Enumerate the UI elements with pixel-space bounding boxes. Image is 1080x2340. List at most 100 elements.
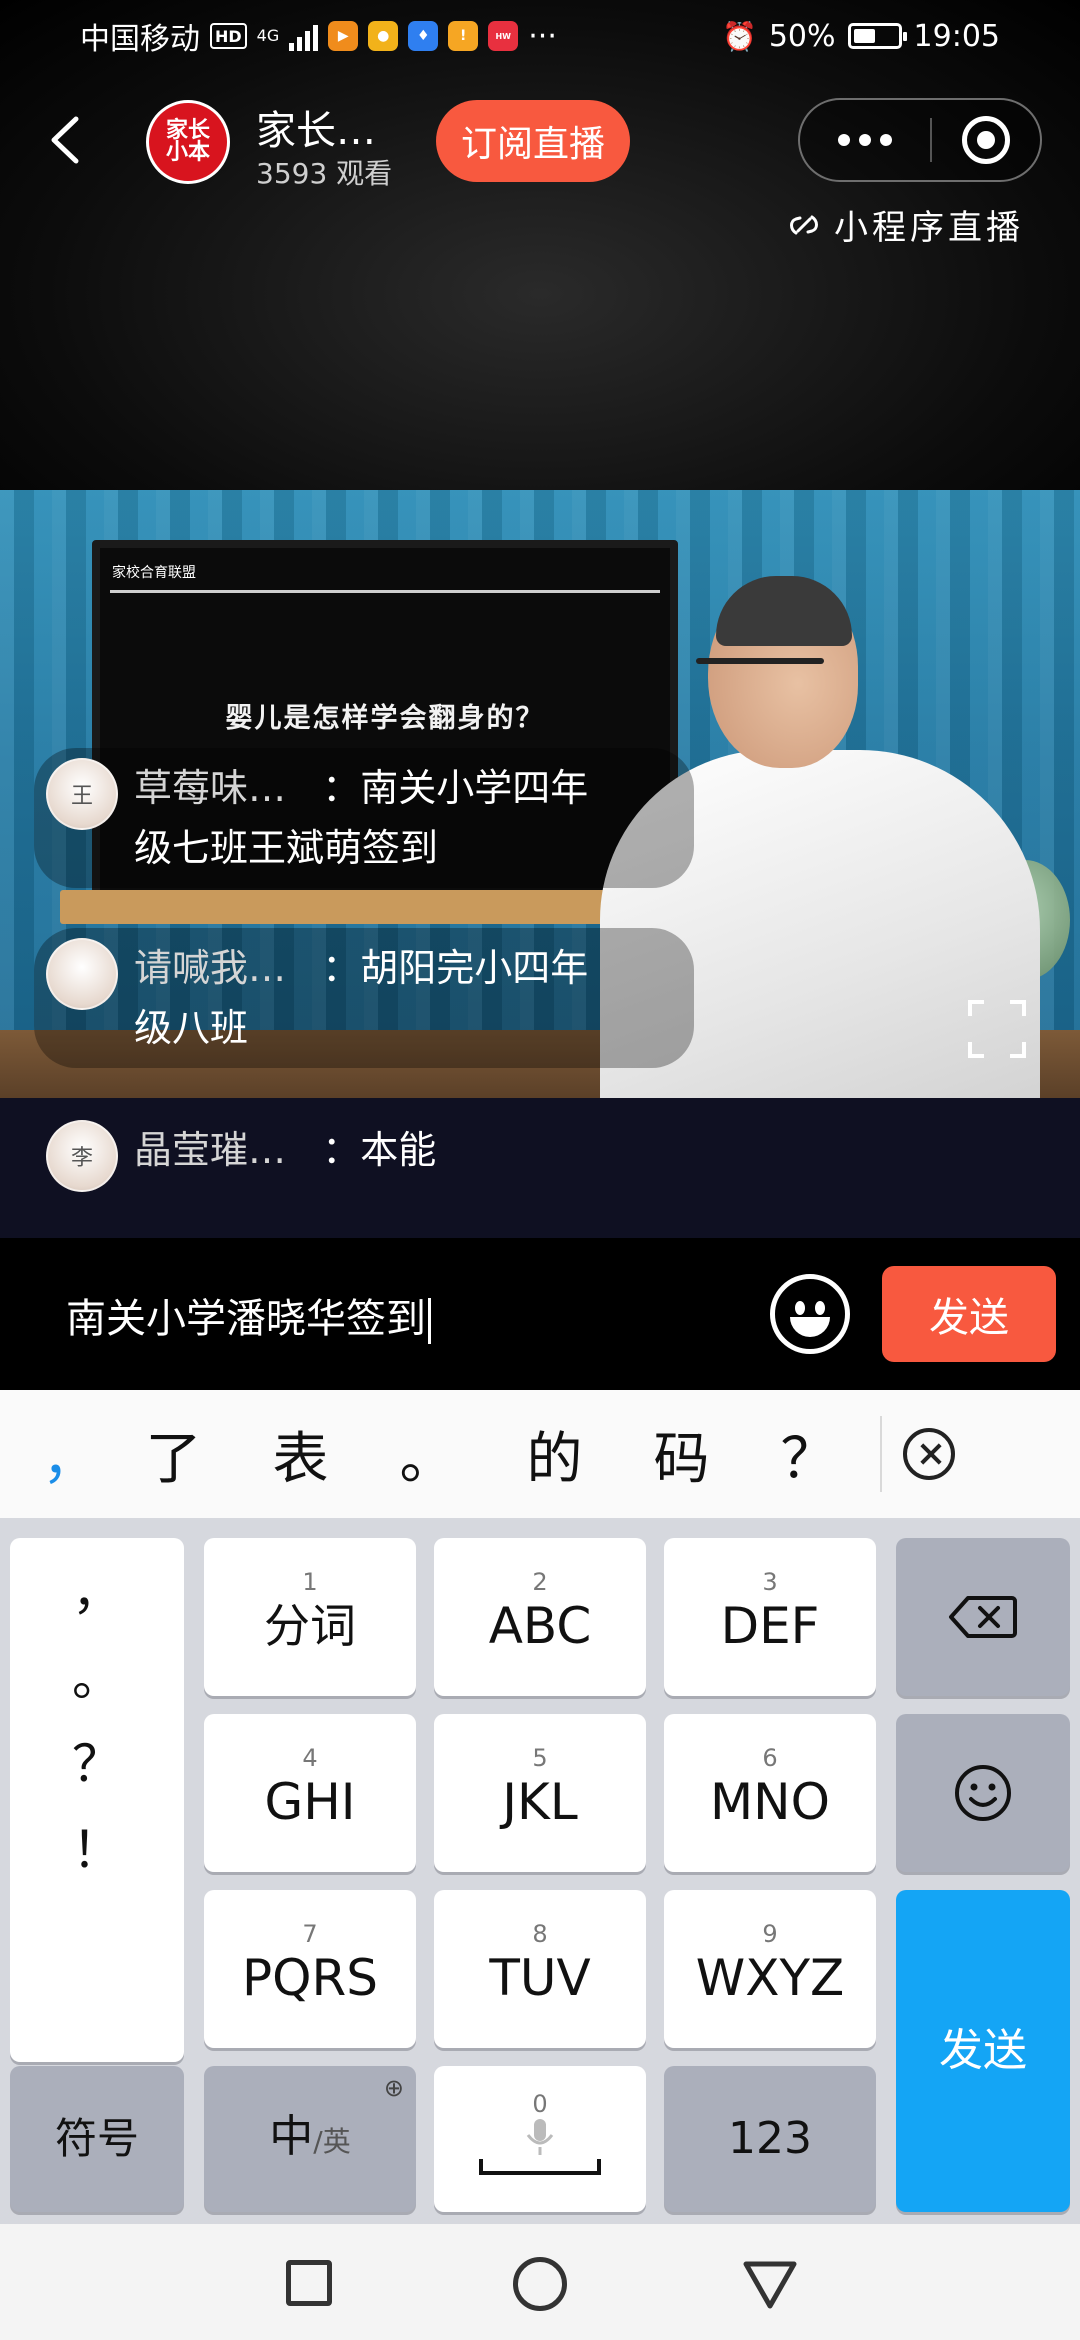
send-comment-button[interactable]: 发送 <box>882 1266 1056 1362</box>
close-circle-icon <box>903 1428 955 1480</box>
emoji-icon[interactable] <box>770 1274 850 1354</box>
key-number: 8 <box>532 1920 548 1948</box>
candidate-item[interactable]: 的 <box>491 1404 618 1504</box>
comment-input[interactable]: 南关小学潘晓华签到 <box>66 1286 431 1344</box>
back-button[interactable] <box>40 110 90 170</box>
numbers-key[interactable]: 123 <box>664 2066 876 2212</box>
key-1[interactable]: 1 分词 <box>204 1538 416 1696</box>
video-app-icon: ▶ <box>328 21 359 51</box>
commenter-avatar[interactable] <box>46 938 118 1010</box>
language-switch-key[interactable]: ⊕ 中/英 <box>204 2066 416 2212</box>
key-number: 3 <box>762 1568 778 1596</box>
comment-text: 草莓味… ：南关小学四年 级七班王斌萌签到 <box>134 758 588 878</box>
key-3[interactable]: 3 DEF <box>664 1538 876 1696</box>
key-number: 0 <box>532 2090 548 2118</box>
commenter-name: 草莓味… <box>134 766 287 810</box>
text-caret <box>428 1298 431 1344</box>
key-9[interactable]: 9 WXYZ <box>664 1890 876 2048</box>
tv-slide-title: 婴儿是怎样学会翻身的？ <box>225 703 545 734</box>
backspace-key[interactable] <box>896 1538 1070 1696</box>
candidate-item[interactable]: 。 <box>364 1404 491 1504</box>
keyboard-send-key[interactable]: 发送 <box>896 1890 1070 2212</box>
dot <box>880 134 892 146</box>
key-label: GHI <box>264 1773 356 1831</box>
key-label: 中/英 <box>269 2106 350 2173</box>
network-type: 4G <box>256 26 280 45</box>
key-label: ABC <box>488 1597 592 1655</box>
punctuation-column[interactable]: ， 。 ？ ！ <box>10 1538 184 2062</box>
globe-icon: ⊕ <box>383 2074 404 2102</box>
comment-body-line2: 级八班 <box>134 1006 249 1050</box>
miniprogram-capsule <box>798 98 1042 182</box>
t9-keyboard: ， 。 ？ ！ 1 分词 2 ABC 3 DEF 4 GHI 5 JKL 6 M… <box>0 1518 1080 2224</box>
key-label: 发送 <box>939 2025 1027 2076</box>
fullscreen-icon[interactable] <box>968 1000 1026 1058</box>
punct-key[interactable]: 。 <box>10 1638 184 1710</box>
key-label: MNO <box>710 1773 830 1831</box>
key-number: 4 <box>302 1744 318 1772</box>
comment-text: 请喊我… ：胡阳完小四年 级八班 <box>134 938 588 1058</box>
key-label: 分词 <box>264 1599 356 1653</box>
recent-apps-icon[interactable] <box>286 2260 332 2306</box>
punct-key[interactable]: ， <box>10 1552 184 1624</box>
commenter-avatar[interactable]: 李 <box>46 1120 118 1192</box>
battery-icon <box>847 23 907 49</box>
punct-key[interactable]: ！ <box>10 1810 184 1882</box>
bulb-app-icon: ♦ <box>408 21 439 51</box>
candidate-item[interactable]: 了 <box>110 1404 237 1504</box>
candidate-item[interactable]: 码 <box>618 1404 745 1504</box>
key-5[interactable]: 5 JKL <box>434 1714 646 1872</box>
comment-input-value: 南关小学潘晓华签到 <box>66 1296 426 1342</box>
candidate-item[interactable]: 表 <box>237 1404 364 1504</box>
back-triangle-icon[interactable] <box>742 2260 798 2310</box>
system-nav-bar <box>0 2224 1080 2340</box>
key-6[interactable]: 6 MNO <box>664 1714 876 1872</box>
close-miniprogram-button[interactable] <box>932 116 1040 164</box>
status-bar: 中国移动 HD 4G ▶ ● ♦ ! HW ··· ⏰ 50% 19:05 <box>0 0 1080 72</box>
subscribe-live-button[interactable]: 订阅直播 <box>436 100 630 182</box>
space-bar-icon <box>479 2159 601 2175</box>
alarm-icon: ⏰ <box>721 19 757 53</box>
comment-item: 请喊我… ：胡阳完小四年 级八班 <box>34 928 694 1068</box>
channel-avatar[interactable]: 家长 小本 <box>146 100 230 184</box>
tv-header-text: 家校合育联盟 <box>112 565 196 581</box>
punct-key[interactable]: ？ <box>10 1724 184 1796</box>
dot <box>859 134 871 146</box>
comment-input-bar: 南关小学潘晓华签到 发送 <box>0 1238 1080 1390</box>
dot <box>838 134 850 146</box>
key-number: 2 <box>532 1568 548 1596</box>
close-candidates-button[interactable] <box>882 1390 976 1518</box>
key-label: 123 <box>728 2113 812 2164</box>
candidate-item[interactable]: ， <box>30 1404 110 1504</box>
emoji-key[interactable] <box>896 1714 1070 1872</box>
comment-text: 晶莹璀… ：本能 <box>134 1120 436 1192</box>
key-number: 7 <box>302 1920 318 1948</box>
tv-header-line <box>110 590 660 593</box>
key-8[interactable]: 8 TUV <box>434 1890 646 2048</box>
commenter-avatar[interactable]: 王 <box>46 758 118 830</box>
ime-candidate-bar: ， 了 表 。 的 码 ？ <box>0 1390 1080 1518</box>
comment-separator: ： <box>322 1128 361 1172</box>
space-key[interactable]: 0 <box>434 2066 646 2212</box>
comment-body-line2: 级七班王斌萌签到 <box>134 826 439 870</box>
comment-item: 王 草莓味… ：南关小学四年 级七班王斌萌签到 <box>34 748 694 888</box>
mini-program-live-text: 小程序直播 <box>834 208 1024 248</box>
key-number: 5 <box>532 1744 548 1772</box>
more-options-button[interactable] <box>800 100 930 180</box>
key-4[interactable]: 4 GHI <box>204 1714 416 1872</box>
channel-name[interactable]: 家长… <box>256 98 376 156</box>
key-number: 6 <box>762 1744 778 1772</box>
symbol-key[interactable]: 符号 <box>10 2066 184 2212</box>
key-number: 1 <box>302 1568 318 1596</box>
candidate-item[interactable]: ？ <box>745 1404 872 1504</box>
home-icon[interactable] <box>513 2257 567 2311</box>
key-label: WXYZ <box>695 1949 845 2007</box>
lang-main: 中 <box>269 2110 314 2162</box>
key-7[interactable]: 7 PQRS <box>204 1890 416 2048</box>
key-label: 符号 <box>54 2114 139 2163</box>
chevron-left-icon <box>51 116 79 164</box>
hd-badge: HD <box>210 23 247 49</box>
battery-percent: 50% <box>768 18 836 54</box>
key-2[interactable]: 2 ABC <box>434 1538 646 1696</box>
backspace-icon <box>949 1596 1017 1638</box>
